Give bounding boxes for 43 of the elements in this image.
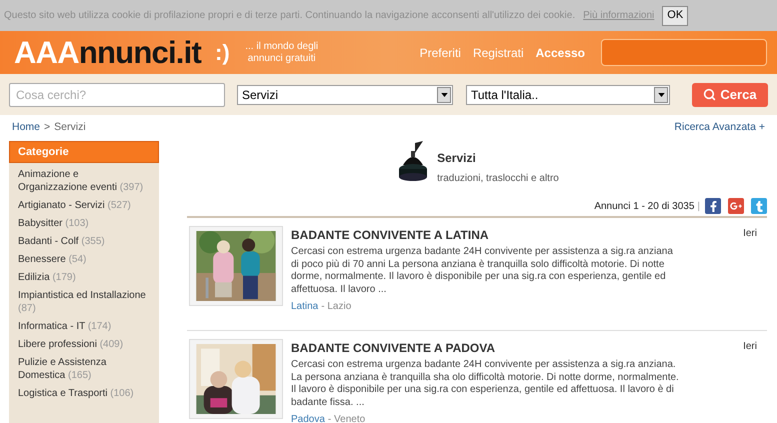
category-link[interactable]: Libere professioni (409) bbox=[18, 338, 150, 351]
category-link[interactable]: Pulizie e Assistenza Domestica (165) bbox=[18, 356, 150, 382]
category-link[interactable]: Benessere (54) bbox=[18, 253, 150, 266]
facebook-icon[interactable] bbox=[705, 198, 721, 214]
separator: | bbox=[697, 200, 700, 214]
category-link[interactable]: Animazione e Organizzazione eventi (397) bbox=[18, 168, 150, 194]
listing-title[interactable]: BADANTE CONVIVENTE A LATINA bbox=[291, 226, 681, 244]
search-field[interactable]: Cosa cerchi? bbox=[9, 82, 225, 106]
listing-date: Ieri bbox=[743, 340, 757, 354]
ok-button[interactable]: OK bbox=[662, 6, 688, 26]
sidebar-header: Categorie bbox=[9, 141, 159, 163]
listing-date: Ieri bbox=[743, 227, 757, 241]
logo[interactable]: AAAnnunci.it bbox=[14, 37, 202, 68]
select-field[interactable]: Tutta l'Italia.. bbox=[466, 84, 670, 104]
login-field[interactable] bbox=[601, 39, 767, 66]
smiley-logo: :) bbox=[215, 39, 230, 67]
category-link[interactable]: Edilizia (179) bbox=[18, 271, 150, 284]
tagline: ... il mondo degli annunci gratuiti bbox=[244, 40, 320, 64]
city-link[interactable]: Latina bbox=[291, 301, 318, 312]
results-count: Annunci 1 - 20 di 3035 bbox=[594, 200, 694, 214]
breadcrumb-link[interactable]: Home bbox=[12, 120, 40, 136]
listing-description: Cercasi con estrema urgenza badante 24H convivente per assistenza a sig.ra anziana. La persona anziana è tranquilla sha olo difficoltà motorie. Di notte dorme, normalmente. Il lavoro è disponibile per una sig.ra con esperienza, gentile ed affettuosa. Il lavoro è di badante fissa. ... bbox=[291, 359, 680, 409]
category-link[interactable]: Impiantistica ed Installazione (87) bbox=[18, 289, 150, 315]
listing-description: Cercasi con estrema urgenza badante 24H convivente per assistenza a sig.ra anziana di poco più di 70 anni La persona anziana è tranquilla solo difficoltà motorie. Di notte dorme, normalmente. Il lavoro è disponibile per una sig.ra con esperienza, gentile ed affettuosa. Il lavoro ... bbox=[291, 246, 674, 296]
region-text: - Veneto bbox=[328, 414, 366, 423]
advanced-search-link[interactable]: Ricerca Avanzata + bbox=[674, 120, 765, 136]
category-subtitle: traduzioni, traslocchi e altro bbox=[437, 172, 559, 186]
breadcrumb-text: > bbox=[44, 120, 50, 136]
cookie-message: Questo sito web utilizza cookie di profilazione propri e di terze parti. Continuando la navigazione acconsenti all'utilizzo dei cookie. bbox=[4, 9, 576, 23]
region-text: - Lazio bbox=[321, 301, 352, 312]
category-link[interactable]: Badanti - Colf (355) bbox=[18, 235, 150, 248]
listing-title[interactable]: BADANTE CONVIVENTE A PADOVA bbox=[291, 339, 681, 357]
category-link[interactable]: Babysitter (103) bbox=[18, 217, 150, 230]
category-link[interactable]: Informatica - IT (174) bbox=[18, 320, 150, 333]
category-link[interactable]: Artigianato - Servizi (527) bbox=[18, 199, 150, 212]
breadcrumb-text: Servizi bbox=[54, 120, 86, 136]
city-link[interactable]: Padova bbox=[291, 414, 325, 423]
category-title: Servizi bbox=[437, 150, 477, 167]
select-field[interactable]: Servizi bbox=[237, 84, 453, 104]
google-plus-icon[interactable] bbox=[728, 198, 744, 214]
tumblr-icon[interactable] bbox=[751, 198, 767, 214]
search-icon bbox=[703, 88, 716, 101]
category-link[interactable]: Logistica e Trasporti (106) bbox=[18, 387, 150, 400]
